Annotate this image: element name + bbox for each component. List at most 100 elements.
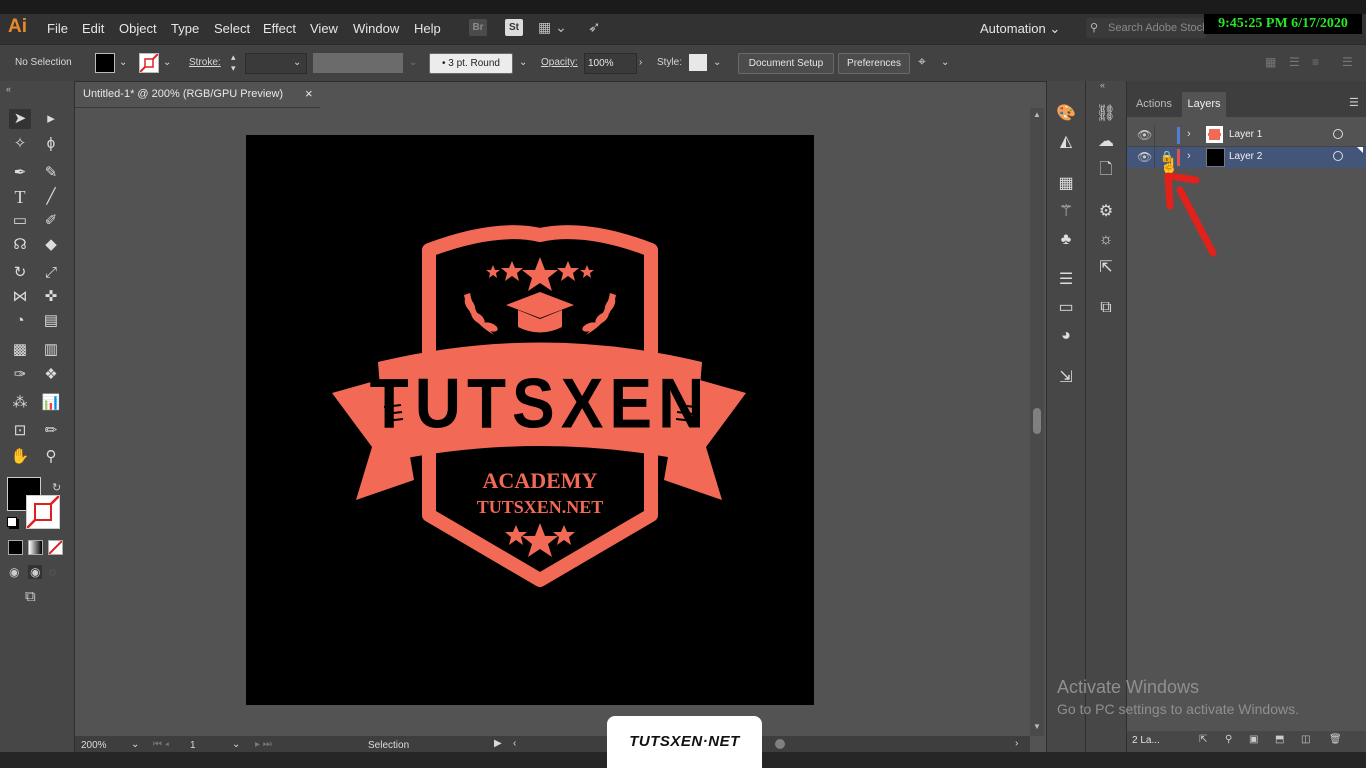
slice-tool-icon[interactable]: ✏ [40, 421, 62, 441]
close-icon[interactable]: × [305, 86, 313, 101]
width-tool-icon[interactable]: ⋈ [9, 287, 31, 307]
brush-definition[interactable]: • 3 pt. Round [429, 53, 513, 74]
blend-tool-icon[interactable]: ❖ [40, 365, 62, 385]
stroke-stepper[interactable]: ▴ ▾ [231, 52, 236, 74]
curvature-tool-icon[interactable]: ✎ [40, 163, 62, 183]
arrange-documents-icon[interactable]: ▦ ⌄ [538, 19, 567, 36]
color-palette-icon[interactable]: 🎨 [1054, 103, 1078, 125]
artboard-tool-icon[interactable]: ⊡ [9, 421, 31, 441]
menu-file[interactable]: File [47, 21, 68, 36]
artboard[interactable]: TUTSXEN ACADEMY TUTSXEN.NET [246, 135, 814, 705]
panel-menu-icon[interactable]: ☰ [1342, 55, 1353, 69]
cc-libraries-icon[interactable]: ☁ [1094, 131, 1118, 153]
gradient-panel-icon[interactable]: ▭ [1054, 297, 1078, 319]
distribute-icon[interactable]: ☰ [1289, 55, 1300, 69]
screen-mode-icon[interactable]: ⧉ [25, 588, 36, 605]
document-info-icon[interactable]: 🗋 [1094, 159, 1118, 181]
symbols-icon[interactable]: ♣ [1054, 229, 1078, 251]
hand-tool-icon[interactable]: ✋ [9, 447, 31, 467]
preferences-button[interactable]: Preferences [838, 53, 910, 74]
next-artboard-icon[interactable]: ▸ ⏭ [255, 739, 272, 750]
perspective-grid-tool-icon[interactable]: ▤ [40, 311, 62, 331]
locate-object-icon[interactable]: ⚲ [1225, 734, 1232, 745]
export-layer-icon[interactable]: ⇱ [1199, 734, 1207, 745]
stock-button[interactable]: St [505, 19, 523, 36]
graphic-style-swatch[interactable] [689, 54, 707, 71]
scroll-left-icon[interactable]: ‹ [513, 738, 516, 749]
scroll-down-icon[interactable]: ▼ [1033, 722, 1041, 731]
scroll-right-icon[interactable]: › [1015, 738, 1018, 749]
scroll-up-icon[interactable]: ▲ [1033, 110, 1041, 119]
rotate-tool-icon[interactable]: ↻ [9, 263, 31, 283]
tutsxen-academy-logo[interactable]: TUTSXEN ACADEMY TUTSXEN.NET [246, 135, 814, 705]
links-icon[interactable]: ⛓ [1094, 103, 1118, 125]
tab-layers[interactable]: Layers [1182, 92, 1226, 117]
type-tool-icon[interactable]: T [9, 187, 31, 207]
export-icon[interactable]: ⇱ [1094, 257, 1118, 279]
document-setup-button[interactable]: Document Setup [738, 53, 834, 74]
line-tool-icon[interactable]: ╱ [40, 187, 62, 207]
gradient-tool-icon[interactable]: ▥ [40, 340, 62, 360]
menu-type[interactable]: Type [171, 21, 199, 36]
first-artboard-icon[interactable]: ⏮ ◂ [153, 739, 169, 750]
tab-actions[interactable]: Actions [1133, 92, 1175, 117]
chevron-right-icon[interactable]: › [1187, 150, 1191, 162]
zoom-tool-icon[interactable]: ⚲ [40, 447, 62, 467]
delete-icon[interactable]: 🗑 [1329, 734, 1342, 745]
target-circle-icon[interactable] [1333, 129, 1343, 139]
lasso-tool-icon[interactable]: ϕ [40, 134, 62, 154]
brushes-icon[interactable]: ⚚ [1054, 201, 1078, 223]
swatches-icon[interactable]: ▦ [1054, 173, 1078, 195]
scrollbar-thumb[interactable] [1033, 408, 1041, 434]
eyedropper-tool-icon[interactable]: ✑ [9, 365, 31, 385]
puppet-warp-tool-icon[interactable]: ✜ [40, 287, 62, 307]
layer-name[interactable]: Layer 1 [1229, 129, 1262, 140]
magic-wand-tool-icon[interactable]: ✧ [9, 134, 31, 154]
appearance-icon[interactable]: ☼ [1094, 229, 1118, 251]
vertical-scrollbar[interactable]: ▲ ▼ [1030, 108, 1044, 736]
swap-fill-stroke-icon[interactable]: ↻ [52, 481, 61, 494]
align-icon[interactable]: ▦ [1265, 55, 1276, 69]
symbol-sprayer-tool-icon[interactable]: ⁂ [9, 393, 31, 413]
rectangle-tool-icon[interactable]: ▭ [9, 211, 31, 231]
shape-builder-tool-icon[interactable]: ◔ [9, 311, 31, 331]
menu-window[interactable]: Window [353, 21, 399, 36]
none-mode-icon[interactable] [48, 540, 63, 555]
new-layer-icon[interactable]: ◫ [1301, 734, 1310, 745]
horizontal-scroll-thumb[interactable] [775, 739, 785, 749]
scale-tool-icon[interactable]: ⤢ [40, 263, 62, 283]
menu-select[interactable]: Select [214, 21, 250, 36]
menu-edit[interactable]: Edit [82, 21, 104, 36]
draw-behind-icon[interactable]: ◉ [28, 565, 43, 579]
panel-menu-icon[interactable]: ☰ [1349, 96, 1359, 109]
chevron-down-icon[interactable]: ⌄ [232, 739, 240, 750]
transform-icon[interactable]: ⌖ [918, 53, 926, 70]
eye-icon[interactable]: 👁 [1137, 128, 1152, 142]
asset-settings-icon[interactable]: ⚙ [1094, 201, 1118, 223]
eraser-tool-icon[interactable]: ◆ [40, 235, 62, 255]
export-asset-icon[interactable]: ⇲ [1054, 367, 1078, 389]
stroke-color-swatch[interactable] [26, 495, 60, 529]
chevron-right-icon[interactable]: › [639, 57, 642, 68]
column-graph-tool-icon[interactable]: 📊 [40, 393, 62, 413]
collapse-icon[interactable]: « [6, 84, 11, 94]
chevron-down-icon[interactable]: ⌄ [163, 57, 171, 68]
menu-effect[interactable]: Effect [263, 21, 296, 36]
layer-name[interactable]: Layer 2 [1229, 151, 1262, 162]
gradient-mode-icon[interactable] [28, 540, 43, 555]
paintbrush-tool-icon[interactable]: ✐ [40, 211, 62, 231]
chevron-down-icon[interactable]: ⌄ [409, 57, 417, 68]
target-circle-icon[interactable] [1333, 151, 1343, 161]
shaper-tool-icon[interactable]: ☊ [9, 235, 31, 255]
mesh-tool-icon[interactable]: ▩ [9, 340, 31, 360]
variable-width-profile[interactable] [313, 53, 403, 73]
artboard-number[interactable]: 1 [190, 740, 196, 751]
collapse-icon[interactable]: « [1100, 80, 1105, 90]
opacity-label[interactable]: Opacity: [541, 57, 578, 68]
chevron-right-icon[interactable]: › [1187, 128, 1191, 140]
default-colors-icon[interactable] [7, 517, 17, 527]
pen-tool-icon[interactable]: ✒ [9, 163, 31, 183]
chevron-down-icon[interactable]: ⌄ [293, 57, 301, 68]
menu-help[interactable]: Help [414, 21, 441, 36]
artboards-icon[interactable]: ⧉ [1094, 297, 1118, 319]
